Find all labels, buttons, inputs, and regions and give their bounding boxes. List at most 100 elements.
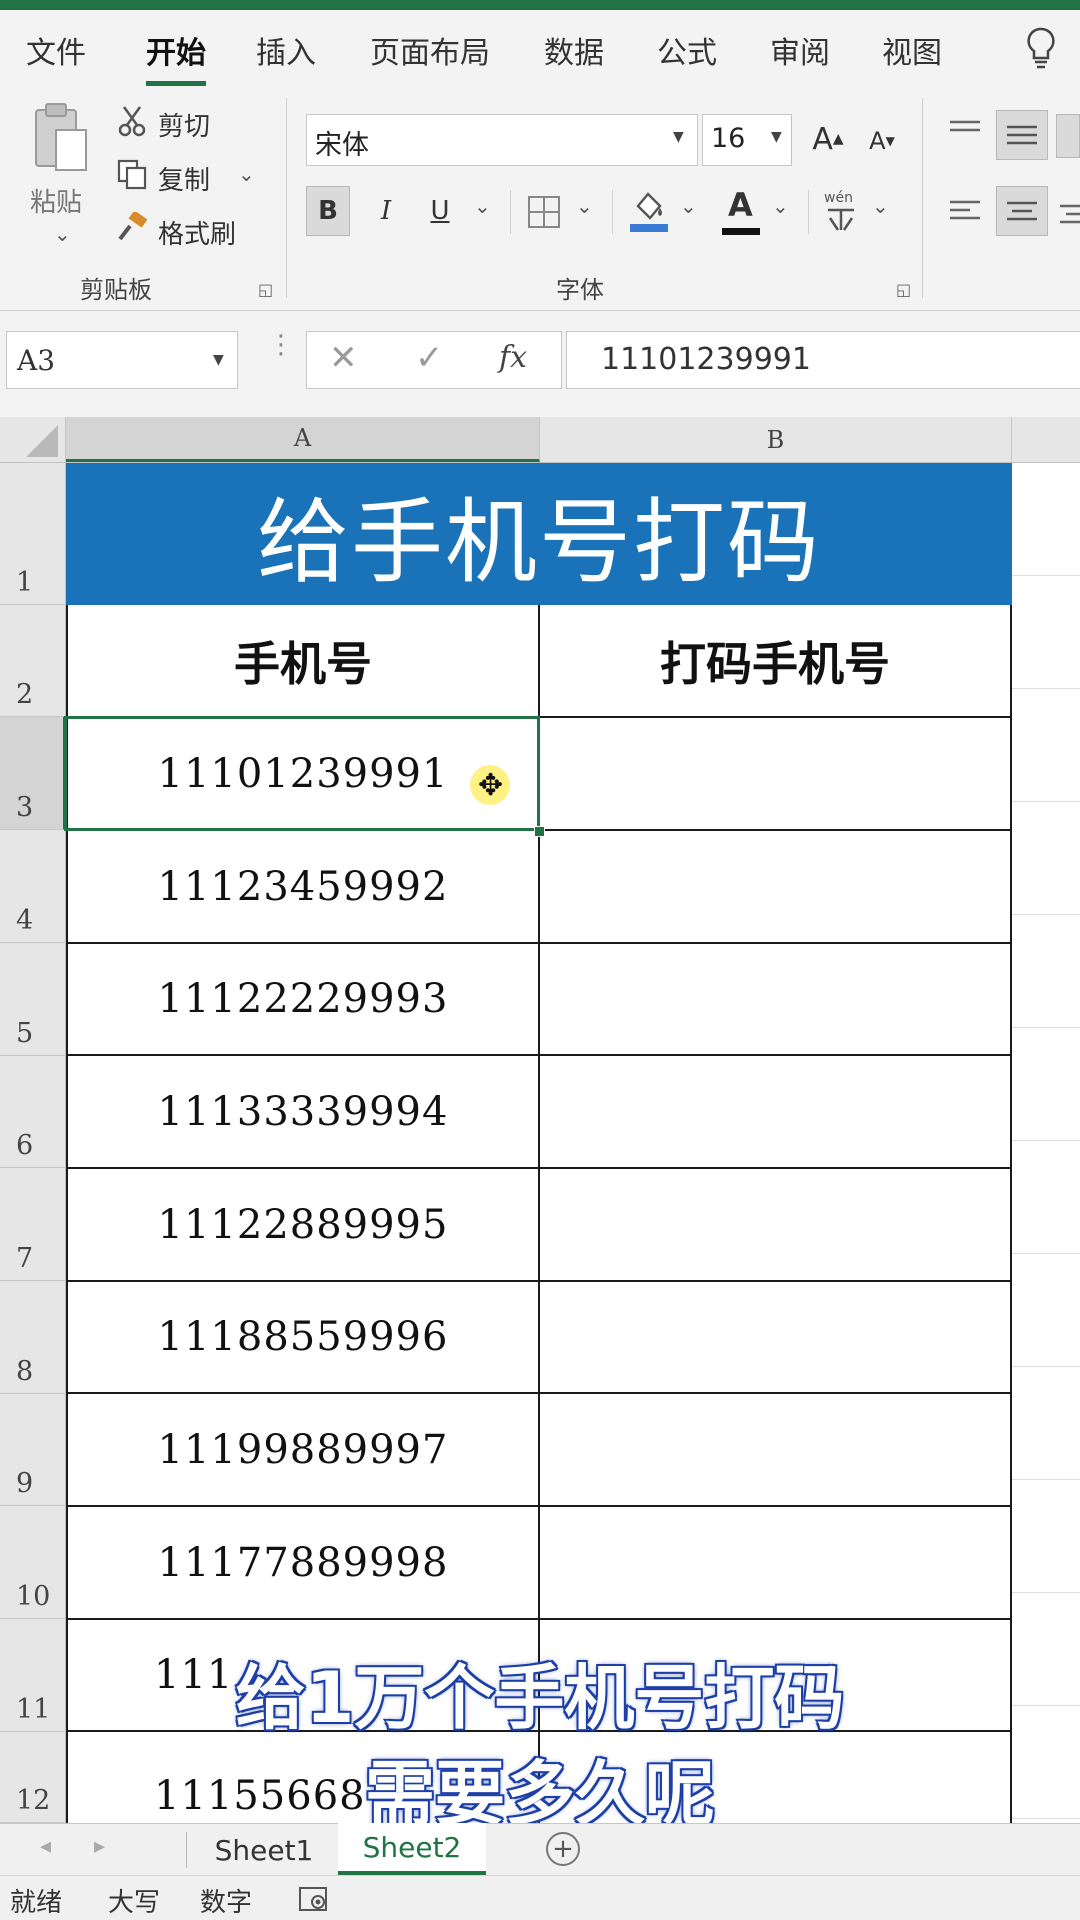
font-size-select[interactable]: 16 ▼	[702, 114, 792, 166]
cell-a10[interactable]: 11177889998	[66, 1507, 540, 1620]
cell-b8[interactable]	[540, 1282, 1012, 1394]
chevron-down-icon[interactable]: ⌄	[474, 194, 491, 218]
align-left-icon[interactable]	[948, 198, 982, 232]
cell-b4[interactable]	[540, 831, 1012, 944]
format-painter-icon	[116, 210, 148, 246]
phonetic-icon[interactable]: wén	[824, 190, 858, 232]
phonetic-glyph: wén	[824, 190, 853, 206]
copy-button[interactable]: 复制	[158, 160, 210, 197]
cut-button[interactable]: 剪切	[158, 106, 210, 143]
macro-record-icon[interactable]	[298, 1884, 330, 1918]
align-bottom-icon[interactable]	[1056, 114, 1080, 158]
active-cell-selection	[64, 716, 540, 831]
paste-button[interactable]: 粘贴 ⌄	[22, 100, 102, 250]
enter-icon[interactable]: ✓	[415, 338, 444, 378]
tab-file[interactable]: 文件	[26, 28, 86, 72]
name-box[interactable]: A3 ▼	[6, 331, 238, 389]
sheet-tab-sheet2[interactable]: Sheet2	[338, 1823, 486, 1875]
grow-font-button[interactable]: A ▲	[808, 116, 848, 162]
cell-a8[interactable]: 11188559996	[66, 1282, 540, 1394]
cell-b9[interactable]	[540, 1394, 1012, 1507]
chevron-down-icon[interactable]: ⌄	[872, 194, 889, 218]
italic-button[interactable]: I	[366, 186, 406, 236]
header-cell-phone[interactable]: 手机号	[66, 605, 540, 718]
column-header-bar: A B	[0, 417, 1080, 463]
align-middle-icon[interactable]	[996, 110, 1048, 160]
cell-b10[interactable]	[540, 1507, 1012, 1620]
scroll-right-icon[interactable]: ▸	[94, 1834, 105, 1859]
cell-b3[interactable]	[540, 718, 1012, 831]
cell-b6[interactable]	[540, 1056, 1012, 1169]
column-header-a[interactable]: A	[66, 417, 540, 462]
move-cursor-icon: ✥	[478, 768, 504, 803]
cell-a9[interactable]: 11199889997	[66, 1394, 540, 1507]
row-header-2[interactable]: 2	[0, 605, 66, 717]
select-all-button[interactable]	[0, 417, 66, 462]
column-header-b[interactable]: B	[540, 417, 1012, 462]
header-cell-masked-phone[interactable]: 打码手机号	[540, 605, 1012, 718]
row-header-9[interactable]: 9	[0, 1394, 66, 1506]
shrink-font-button[interactable]: A ▼	[862, 120, 902, 162]
row-header-4[interactable]: 4	[0, 830, 66, 943]
align-center-icon[interactable]	[996, 186, 1048, 236]
tab-page-layout[interactable]: 页面布局	[370, 28, 490, 72]
row-header-1[interactable]: 1	[0, 463, 66, 605]
row-header-7[interactable]: 7	[0, 1168, 66, 1281]
font-color-icon: A	[728, 186, 753, 224]
fill-color-icon[interactable]	[628, 188, 670, 238]
shrink-font-icon: A	[869, 127, 886, 155]
dropdown-arrow-icon: ▼	[673, 129, 684, 145]
status-ready: 就绪	[10, 1888, 63, 1918]
tab-review[interactable]: 审阅	[770, 28, 830, 72]
align-right-icon[interactable]	[1056, 192, 1080, 236]
row-header-bar: 1 2 3 4 5 6 7 8 9 10 11 12	[0, 463, 66, 1823]
dropdown-arrow-icon: ▼	[771, 129, 782, 145]
lightbulb-icon[interactable]	[1024, 26, 1058, 74]
clipboard-group-label: 剪贴板	[80, 276, 152, 304]
bold-button[interactable]: B	[306, 186, 350, 236]
chevron-down-icon[interactable]: ⌄	[772, 194, 789, 218]
cell-b7[interactable]	[540, 1169, 1012, 1282]
cell-a7[interactable]: 11122889995	[66, 1169, 540, 1282]
scroll-left-icon[interactable]: ◂	[40, 1834, 51, 1859]
dialog-launcher-icon[interactable]: ◱	[896, 280, 911, 299]
insert-function-button[interactable]: fx	[499, 340, 527, 375]
formula-input[interactable]: 11101239991	[566, 331, 1080, 389]
align-top-icon[interactable]	[948, 118, 982, 146]
row-header-3[interactable]: 3	[0, 717, 66, 830]
cell-a6[interactable]: 11133339994	[66, 1056, 540, 1169]
chevron-down-icon[interactable]: ⌄	[238, 162, 255, 186]
cell-a5[interactable]: 11122229993	[66, 944, 540, 1056]
tab-insert[interactable]: 插入	[256, 28, 316, 72]
tab-view[interactable]: 视图	[882, 28, 942, 72]
font-color-button[interactable]: A	[722, 186, 762, 236]
chevron-down-icon: ⌄	[54, 222, 71, 246]
row-header-10[interactable]: 10	[0, 1506, 66, 1619]
row-header-8[interactable]: 8	[0, 1281, 66, 1394]
tab-data[interactable]: 数据	[544, 28, 604, 72]
format-painter-button[interactable]: 格式刷	[158, 214, 236, 251]
cell-b5[interactable]	[540, 944, 1012, 1056]
status-caps: 大写	[108, 1888, 161, 1918]
row-header-5[interactable]: 5	[0, 943, 66, 1056]
cell-a4[interactable]: 11123459992	[66, 831, 540, 944]
row-header-6[interactable]: 6	[0, 1056, 66, 1168]
chevron-down-icon[interactable]: ⌄	[576, 194, 593, 218]
dialog-launcher-icon[interactable]: ◱	[258, 280, 273, 299]
tab-home[interactable]: 开始	[146, 28, 206, 86]
borders-icon[interactable]	[526, 194, 562, 234]
tab-formulas[interactable]: 公式	[657, 28, 717, 72]
sheet-tab-bar: ◂ ▸ Sheet1 Sheet2 +	[0, 1823, 1080, 1875]
add-sheet-icon[interactable]: +	[546, 1832, 580, 1866]
underline-button[interactable]: U	[420, 186, 460, 236]
ribbon-tab-bar: 文件 开始 插入 页面布局 数据 公式 审阅 视图	[0, 10, 1080, 94]
window-top-strip	[0, 0, 1080, 10]
cancel-icon[interactable]: ✕	[329, 338, 358, 378]
fill-handle[interactable]	[534, 826, 545, 837]
status-bar: 就绪 大写 数字	[0, 1875, 1080, 1920]
column-header-c[interactable]	[1012, 417, 1080, 462]
font-name-select[interactable]: 宋体 ▼	[306, 114, 698, 166]
sheet-title-cell[interactable]: 给手机号打码	[66, 463, 1012, 605]
sheet-tab-sheet1[interactable]: Sheet1	[196, 1824, 332, 1876]
chevron-down-icon[interactable]: ⌄	[680, 194, 697, 218]
